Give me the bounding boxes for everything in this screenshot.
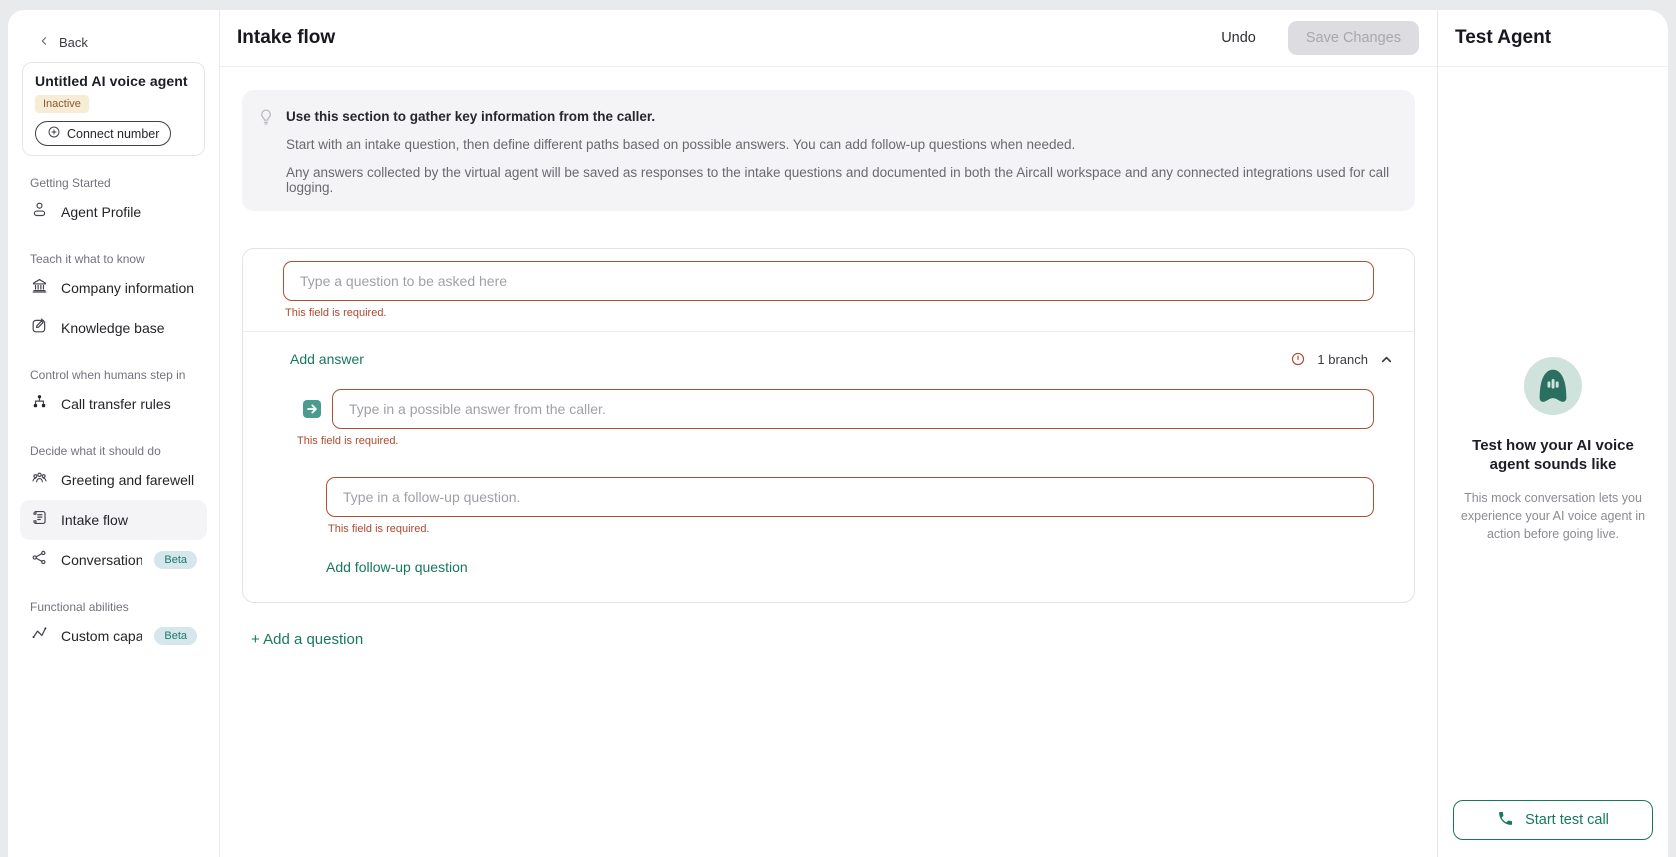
sidebar-item-label: Custom capabili... [61, 628, 142, 644]
sidebar-item-label: Conversational g... [61, 552, 142, 568]
main-body: Use this section to gather key informati… [220, 67, 1437, 649]
info-box: Use this section to gather key informati… [242, 90, 1415, 211]
question-card: This field is required. Add answer 1 bra… [242, 248, 1415, 603]
share-icon [30, 548, 49, 572]
agent-card: Untitled AI voice agent Inactive Connect… [22, 62, 205, 156]
sidebar-item-greeting-and-farewell[interactable]: Greeting and farewell [20, 460, 207, 500]
add-question-button[interactable]: + Add a question [251, 631, 363, 648]
branch-meta: 1 branch [1290, 351, 1394, 367]
agent-name: Untitled AI voice agent [35, 73, 192, 89]
connect-number-button[interactable]: Connect number [35, 121, 171, 146]
section-label-decide: Decide what it should do [30, 444, 197, 458]
question-input[interactable] [283, 261, 1374, 301]
edit-icon [30, 316, 49, 340]
sidebar-item-intake-flow[interactable]: Intake flow [20, 500, 207, 540]
info-line-3: Any answers collected by the virtual age… [286, 165, 1395, 195]
main-panel: Intake flow Undo Save Changes Use this s… [220, 10, 1438, 857]
sidebar-item-label: Call transfer rules [61, 396, 171, 412]
chevron-left-icon [38, 35, 50, 50]
answer-row [303, 389, 1374, 429]
section-label-teach: Teach it what to know [30, 252, 197, 266]
question-section: This field is required. [243, 249, 1414, 332]
warning-icon [1290, 351, 1306, 367]
collapse-branch-button[interactable] [1379, 352, 1394, 367]
start-test-call-button[interactable]: Start test call [1453, 800, 1653, 840]
ai-agent-avatar-icon [1524, 357, 1582, 415]
branch-row: Add answer 1 branch [243, 332, 1414, 367]
start-test-call-label: Start test call [1525, 812, 1609, 828]
sidebar-item-conversational-guidance[interactable]: Conversational g... Beta [20, 540, 207, 580]
sidebar-item-agent-profile[interactable]: Agent Profile [20, 192, 207, 232]
arrow-right-icon [303, 400, 321, 418]
followup-group: This field is required. Add follow-up qu… [326, 477, 1374, 577]
script-icon [30, 508, 49, 532]
section-label-getting-started: Getting Started [30, 176, 197, 190]
status-badge: Inactive [35, 95, 89, 113]
test-description: This mock conversation lets you experien… [1453, 489, 1653, 543]
sidebar-item-label: Knowledge base [61, 320, 165, 336]
back-label: Back [59, 35, 88, 50]
info-title: Use this section to gather key informati… [286, 109, 1395, 124]
save-changes-button[interactable]: Save Changes [1288, 21, 1419, 55]
section-label-functional: Functional abilities [30, 600, 197, 614]
undo-button[interactable]: Undo [1215, 29, 1262, 47]
answer-error: This field is required. [297, 435, 1374, 447]
plus-circle-icon [47, 125, 61, 142]
beta-badge: Beta [154, 627, 197, 645]
answer-input[interactable] [332, 389, 1374, 429]
test-agent-title: Test Agent [1455, 27, 1551, 49]
app-root: Back Untitled AI voice agent Inactive Co… [0, 0, 1676, 857]
add-followup-button[interactable]: Add follow-up question [326, 559, 468, 575]
test-agent-panel: Test Agent Test how your AI voice agent … [1438, 10, 1668, 857]
sidebar-item-label: Company information [61, 280, 194, 296]
answer-block: This field is required. This field is re… [243, 367, 1414, 602]
test-agent-body: Test how your AI voice agent sounds like… [1438, 67, 1668, 857]
followup-error: This field is required. [328, 523, 1374, 535]
add-answer-button[interactable]: Add answer [290, 351, 364, 367]
lightbulb-icon [256, 103, 276, 195]
sidebar-item-company-information[interactable]: Company information [20, 268, 207, 308]
back-button[interactable]: Back [8, 10, 219, 51]
person-icon [30, 200, 49, 224]
beta-badge: Beta [154, 551, 197, 569]
info-line-2: Start with an intake question, then defi… [286, 137, 1395, 152]
hierarchy-icon [30, 392, 49, 416]
sidebar-item-knowledge-base[interactable]: Knowledge base [20, 308, 207, 348]
followup-input[interactable] [326, 477, 1374, 517]
sidebar-item-label: Intake flow [61, 512, 128, 528]
branch-count: 1 branch [1317, 352, 1368, 367]
section-label-control: Control when humans step in [30, 368, 197, 382]
info-text: Use this section to gather key informati… [286, 103, 1395, 195]
people-icon [30, 468, 49, 492]
bank-icon [30, 276, 49, 300]
page-title: Intake flow [237, 27, 335, 49]
chevron-up-icon [1379, 352, 1394, 367]
sidebar-item-label: Greeting and farewell [61, 472, 194, 488]
sidebar: Back Untitled AI voice agent Inactive Co… [8, 10, 220, 857]
connect-number-label: Connect number [67, 127, 159, 141]
test-agent-header: Test Agent [1438, 10, 1668, 67]
phone-icon [1497, 810, 1514, 831]
sidebar-item-call-transfer-rules[interactable]: Call transfer rules [20, 384, 207, 424]
main-header: Intake flow Undo Save Changes [220, 10, 1437, 67]
question-error: This field is required. [285, 307, 1374, 319]
route-icon [30, 624, 49, 648]
test-heading: Test how your AI voice agent sounds like [1453, 437, 1653, 475]
sidebar-item-custom-capabilities[interactable]: Custom capabili... Beta [20, 616, 207, 656]
sidebar-item-label: Agent Profile [61, 204, 141, 220]
